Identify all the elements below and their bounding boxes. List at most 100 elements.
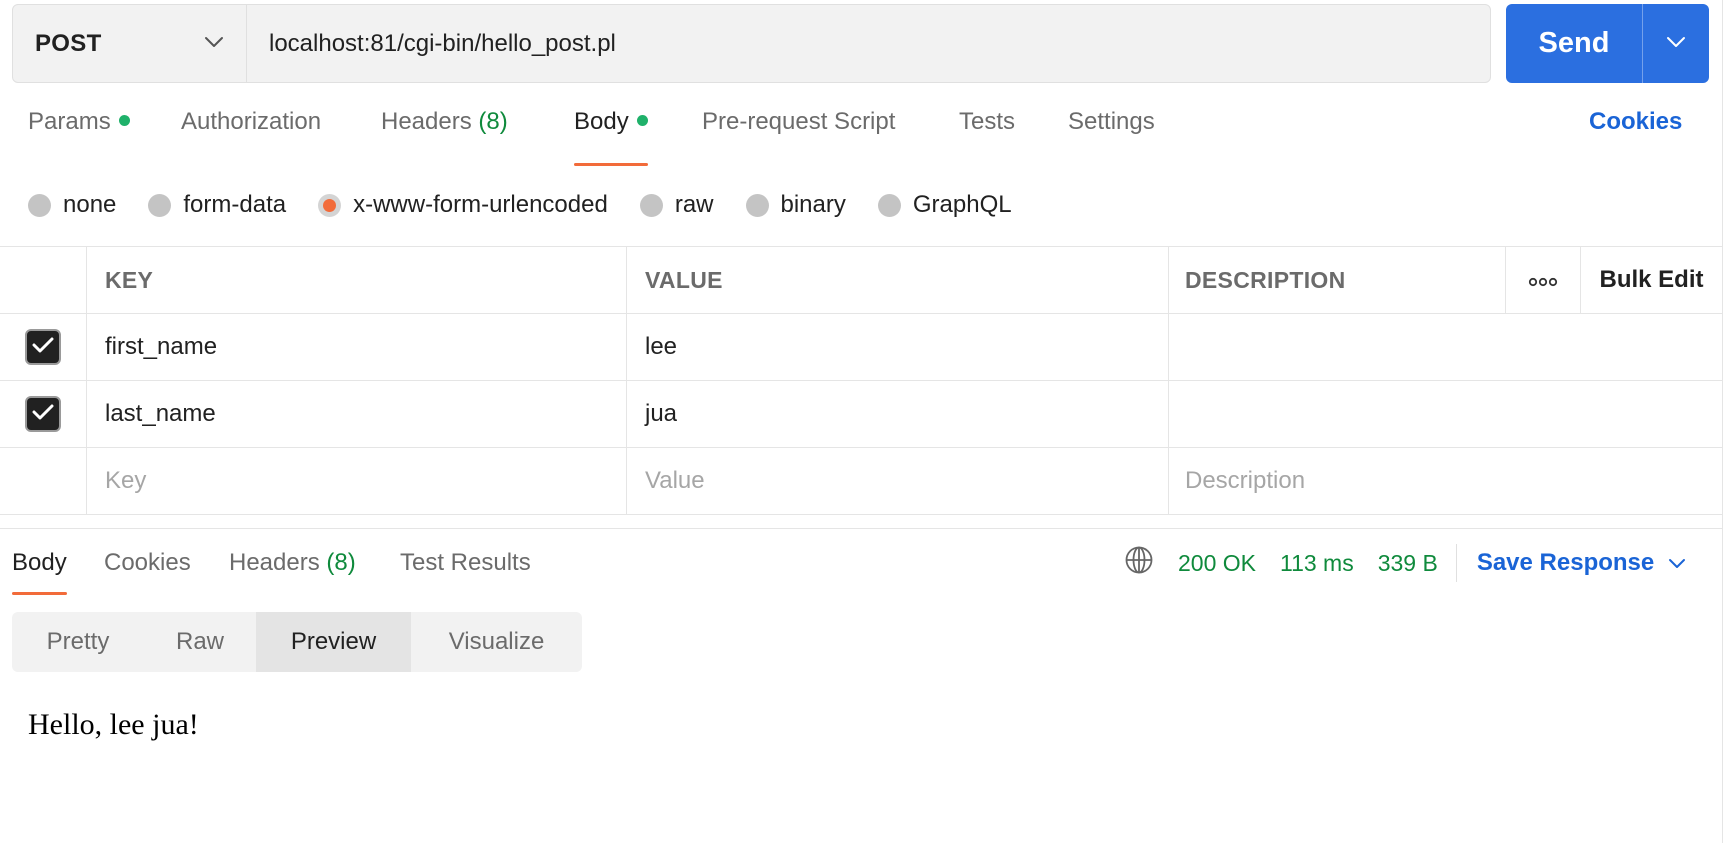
globe-icon[interactable]	[1124, 545, 1154, 581]
response-tab-cookies[interactable]: Cookies	[104, 549, 191, 595]
key-placeholder-cell[interactable]: Key	[86, 448, 626, 514]
description-cell[interactable]	[1168, 314, 1722, 380]
send-button[interactable]: Send	[1506, 4, 1642, 83]
tab-tests[interactable]: Tests	[959, 108, 1015, 166]
response-tab-headers[interactable]: Headers (8)	[229, 549, 356, 595]
tab-settings[interactable]: Settings	[1068, 108, 1155, 166]
value-placeholder-cell[interactable]: Value	[626, 448, 1168, 514]
bulk-edit-button[interactable]: Bulk Edit	[1580, 247, 1722, 313]
checkmark-icon	[32, 400, 54, 428]
chevron-down-icon	[1666, 35, 1686, 53]
view-preview-button[interactable]: Preview	[256, 612, 411, 672]
radio-urlencoded-label: x-www-form-urlencoded	[353, 191, 608, 218]
view-raw-button[interactable]: Raw	[144, 612, 256, 672]
tab-authorization-label: Authorization	[181, 108, 322, 135]
header-value: VALUE	[626, 247, 1168, 313]
radio-binary[interactable]: binary	[745, 191, 846, 219]
tab-prerequest-label: Pre-request Script	[702, 108, 896, 135]
headers-count: (8)	[478, 108, 508, 135]
row-checkbox[interactable]	[25, 396, 61, 432]
radio-circle	[148, 193, 172, 217]
request-tabs: Params Authorization Headers (8) Body Pr…	[0, 108, 1722, 166]
radio-urlencoded[interactable]: x-www-form-urlencoded	[318, 191, 608, 219]
tab-authorization[interactable]: Authorization	[181, 108, 321, 166]
panel-right-border	[1722, 0, 1723, 843]
save-response-label: Save Response	[1476, 549, 1655, 576]
header-check-cell	[0, 247, 86, 313]
radio-raw[interactable]: raw	[639, 191, 714, 219]
response-meta: 200 OK 113 ms 339 B Save Response	[1124, 544, 1686, 582]
radio-graphql[interactable]: GraphQL	[877, 191, 1012, 219]
response-tab-headers-label: Headers	[229, 549, 320, 576]
radio-form-data-label: form-data	[183, 191, 287, 218]
response-divider[interactable]	[0, 528, 1722, 529]
radio-circle	[28, 193, 51, 217]
method-label: POST	[35, 29, 102, 57]
table-row-empty: Key Value Description	[0, 448, 1722, 515]
radio-circle	[639, 193, 663, 217]
chevron-down-icon	[204, 35, 224, 53]
radio-graphql-label: GraphQL	[912, 191, 1012, 218]
body-indicator-dot	[636, 115, 648, 127]
response-tab-body[interactable]: Body	[12, 549, 67, 595]
key-cell[interactable]: first_name	[86, 314, 626, 380]
request-bar: POST	[12, 4, 1491, 83]
value-cell[interactable]: jua	[626, 381, 1168, 447]
body-type-selector: none form-data x-www-form-urlencoded raw…	[28, 186, 1044, 224]
url-input[interactable]	[247, 5, 1490, 82]
response-tab-test-results[interactable]: Test Results	[400, 549, 531, 595]
radio-form-data[interactable]: form-data	[148, 191, 286, 219]
row-check-cell	[0, 381, 86, 447]
checkmark-icon	[32, 333, 54, 361]
view-pretty-button[interactable]: Pretty	[12, 612, 144, 672]
header-key: KEY	[86, 247, 626, 313]
radio-raw-label: raw	[674, 191, 714, 218]
row-check-cell	[0, 448, 86, 514]
key-cell[interactable]: last_name	[86, 381, 626, 447]
save-response-button[interactable]: Save Response	[1477, 549, 1686, 577]
tab-body-label: Body	[574, 108, 629, 135]
tab-tests-label: Tests	[959, 108, 1016, 135]
radio-binary-label: binary	[780, 191, 846, 218]
send-options-button[interactable]	[1642, 4, 1709, 83]
row-checkbox[interactable]	[25, 329, 61, 365]
response-time[interactable]: 113 ms	[1280, 550, 1354, 577]
cookies-link[interactable]: Cookies	[1589, 108, 1682, 136]
response-view-toggle: Pretty Raw Preview Visualize	[12, 612, 582, 672]
response-size[interactable]: 339 B	[1378, 550, 1438, 577]
active-tab-underline	[574, 163, 648, 166]
value-cell[interactable]: lee	[626, 314, 1168, 380]
table-row: last_name jua	[0, 381, 1722, 448]
radio-none[interactable]: none	[28, 191, 116, 219]
tab-params-label: Params	[28, 108, 111, 135]
response-tab-test-results-label: Test Results	[400, 549, 531, 576]
header-description: DESCRIPTION	[1168, 247, 1505, 313]
radio-circle-selected	[318, 193, 342, 217]
tab-prerequest-script[interactable]: Pre-request Script	[702, 108, 895, 166]
response-headers-count: (8)	[326, 549, 356, 576]
header-key-label: KEY	[105, 266, 154, 293]
response-tab-cookies-label: Cookies	[104, 549, 191, 576]
tab-headers[interactable]: Headers (8)	[381, 108, 508, 166]
table-row: first_name lee	[0, 314, 1722, 381]
params-table: KEY VALUE DESCRIPTION Bulk Edit first_na…	[0, 246, 1722, 515]
more-options-button[interactable]	[1505, 247, 1580, 313]
active-response-tab-underline	[12, 592, 67, 595]
tab-params[interactable]: Params	[28, 108, 130, 166]
tab-body[interactable]: Body	[574, 108, 648, 166]
header-value-label: VALUE	[645, 266, 723, 293]
chevron-down-icon	[1668, 558, 1686, 569]
radio-none-label: none	[63, 191, 117, 218]
header-description-label: DESCRIPTION	[1185, 266, 1346, 293]
row-check-cell	[0, 314, 86, 380]
description-placeholder-cell[interactable]: Description	[1168, 448, 1722, 514]
radio-circle	[877, 193, 901, 217]
radio-dot	[323, 198, 337, 212]
method-select[interactable]: POST	[13, 5, 247, 82]
status-code[interactable]: 200 OK	[1178, 550, 1256, 577]
response-preview-text: Hello, lee jua!	[28, 708, 199, 741]
params-indicator-dot	[118, 115, 130, 127]
view-visualize-button[interactable]: Visualize	[411, 612, 582, 672]
description-cell[interactable]	[1168, 381, 1722, 447]
more-horizontal-icon	[1528, 266, 1558, 294]
